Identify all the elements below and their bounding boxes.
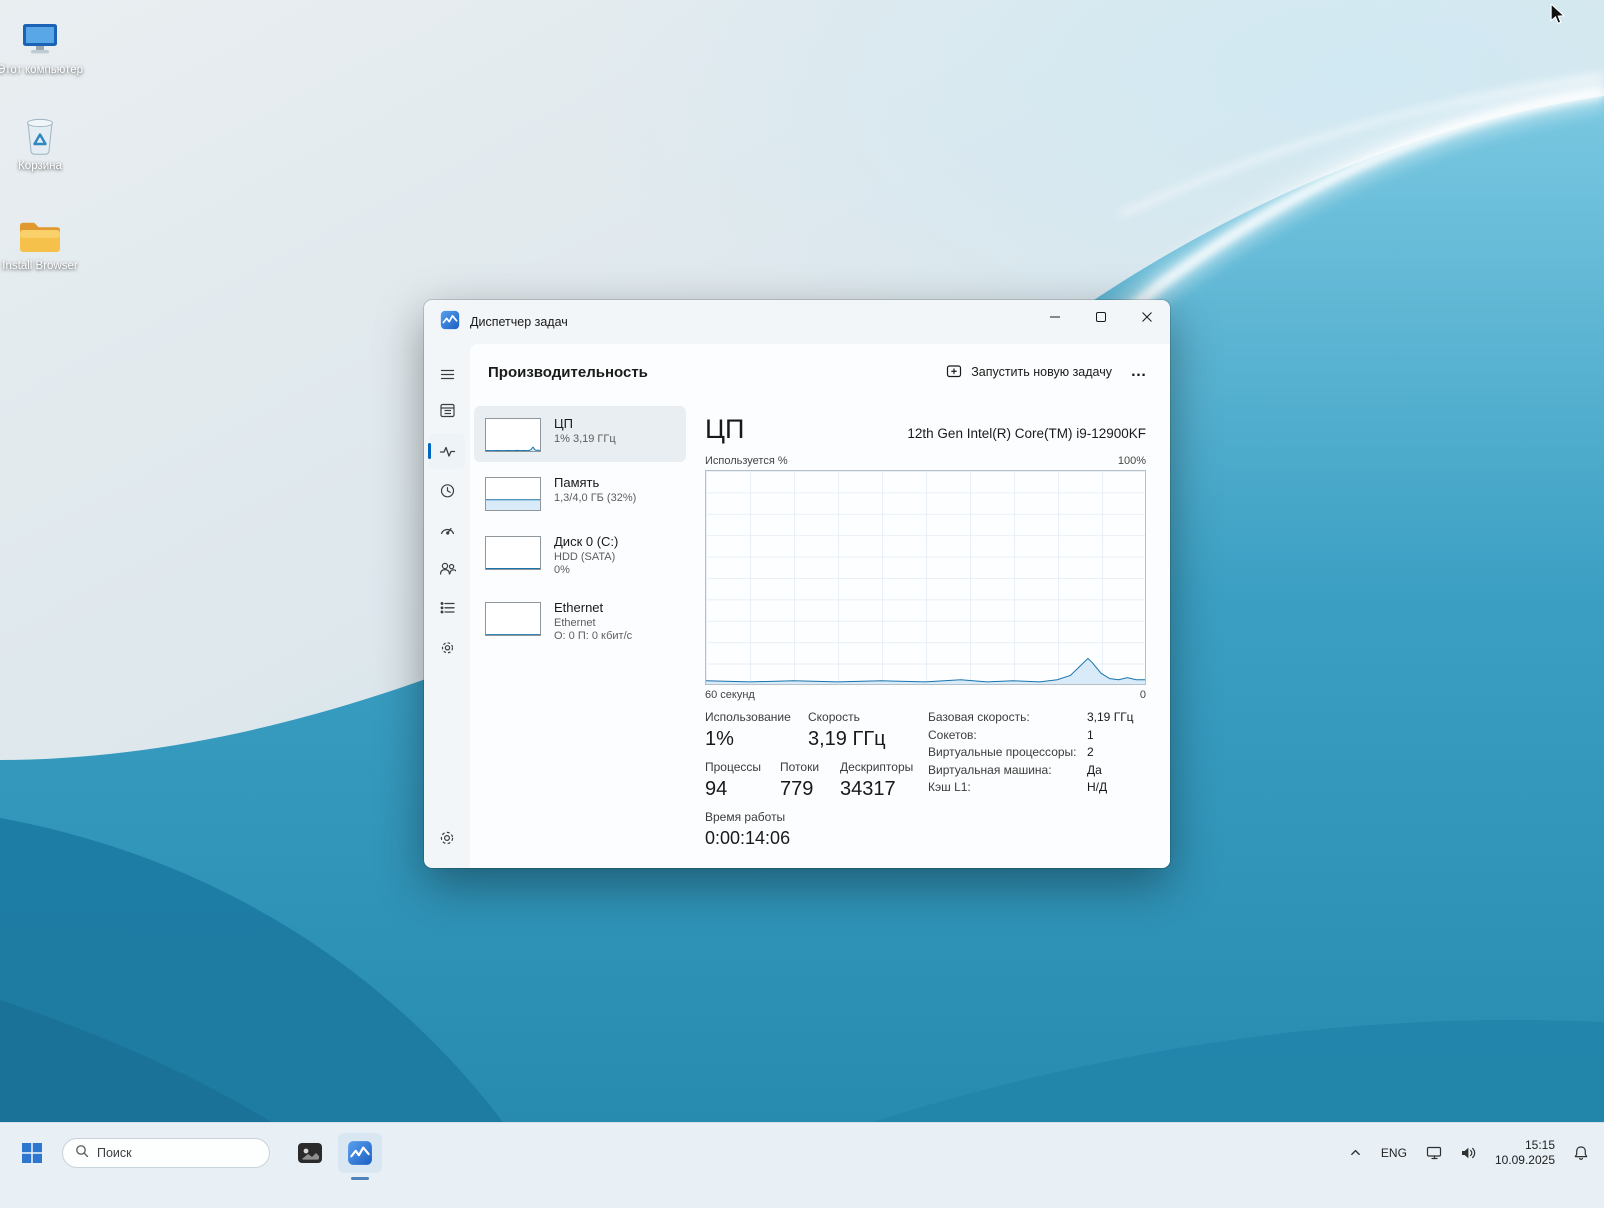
recycle-bin-icon: [0, 110, 84, 156]
desktop-screen: Этот компьютер Корзина Install Browser: [0, 0, 1604, 1208]
perf-item-cpu[interactable]: ЦП 1% 3,19 ГГц: [474, 406, 686, 462]
notifications-bell-icon[interactable]: [1568, 1135, 1594, 1171]
perf-item-memory[interactable]: Память 1,3/4,0 ГБ (32%): [474, 465, 686, 521]
graph-axis-usage-label: Используется %: [705, 455, 788, 467]
perf-item-title: Ethernet: [554, 600, 632, 615]
tray-date: 10.09.2025: [1495, 1153, 1555, 1168]
stat-virtual-processors: Виртуальные процессоры: 2: [928, 745, 1148, 763]
perf-item-sub2: 0%: [554, 564, 618, 577]
hamburger-menu-icon[interactable]: [429, 356, 465, 392]
nav-details-icon[interactable]: [429, 589, 465, 625]
cpu-model: 12th Gen Intel(R) Core(TM) i9-12900KF: [907, 426, 1146, 446]
graph-axis-zero-label: 0: [1140, 689, 1146, 701]
disk-mini-graph: [485, 536, 541, 570]
stat-uptime: Время работы 0:00:14:06: [705, 810, 790, 849]
page-title: Производительность: [488, 364, 648, 381]
graph-axis-time-label: 60 секунд: [705, 689, 755, 701]
tray-monitor-icon[interactable]: [1421, 1135, 1448, 1171]
cpu-heading: ЦП: [705, 412, 744, 446]
desktop-icon-label: Корзина: [0, 160, 84, 173]
nav-performance-icon[interactable]: [429, 433, 465, 469]
content-card: Производительность Запустить новую задач…: [470, 344, 1170, 868]
stat-virtual-machine: Виртуальная машина: Да: [928, 763, 1148, 781]
perf-item-disk[interactable]: Диск 0 (C:) HDD (SATA) 0%: [474, 524, 686, 587]
desktop-icon-label: Этот компьютер: [0, 64, 84, 77]
nav-rail: [424, 344, 470, 868]
ethernet-mini-graph: [485, 602, 541, 636]
stat-processes: Процессы 94: [705, 760, 761, 801]
taskbar-clock[interactable]: 15:15 10.09.2025: [1489, 1138, 1561, 1168]
perf-item-title: ЦП: [554, 416, 616, 431]
nav-processes-icon[interactable]: [429, 392, 465, 428]
toolbar: Производительность Запустить новую задач…: [470, 344, 1170, 400]
nav-users-icon[interactable]: [429, 550, 465, 586]
settings-gear-icon[interactable]: [429, 820, 465, 856]
pinned-app-icon[interactable]: [288, 1133, 332, 1173]
desktop-icon-label: Install Browser: [0, 260, 84, 273]
memory-mini-graph: [485, 477, 541, 511]
cpu-usage-graph[interactable]: [705, 470, 1146, 685]
desktop-icon-this-pc[interactable]: Этот компьютер: [0, 14, 84, 77]
folder-icon: [0, 210, 84, 256]
stat-usage: Использование 1%: [705, 710, 791, 751]
search-icon: [75, 1144, 89, 1161]
performance-list: ЦП 1% 3,19 ГГц Память 1,3/4,0 ГБ (32%): [474, 406, 686, 656]
stat-threads: Потоки 779: [780, 760, 819, 801]
tray-overflow-chevron-icon[interactable]: [1344, 1135, 1367, 1171]
stat-speed: Скорость 3,19 ГГц: [808, 710, 886, 751]
close-button[interactable]: [1124, 300, 1170, 334]
run-new-task-label: Запустить новую задачу: [971, 365, 1112, 379]
tray-time: 15:15: [1495, 1138, 1555, 1153]
selected-indicator: [428, 443, 431, 459]
run-new-task-button[interactable]: Запустить новую задачу: [936, 356, 1122, 389]
run-new-task-icon: [946, 363, 962, 382]
cpu-mini-graph: [485, 418, 541, 452]
perf-item-sub: Ethernet: [554, 617, 632, 630]
perf-item-title: Диск 0 (C:): [554, 534, 618, 549]
desktop-icon-install-browser[interactable]: Install Browser: [0, 210, 84, 273]
more-options-button[interactable]: …: [1122, 358, 1156, 386]
active-app-indicator: [351, 1177, 369, 1180]
taskbar: Поиск: [0, 1122, 1604, 1208]
taskbar-task-manager-icon[interactable]: [338, 1133, 382, 1173]
stat-handles: Дескрипторы 34317: [840, 760, 913, 801]
search-input[interactable]: Поиск: [62, 1138, 270, 1168]
perf-item-sub: 1,3/4,0 ГБ (32%): [554, 492, 636, 505]
nav-startup-apps-icon[interactable]: [429, 511, 465, 547]
search-placeholder: Поиск: [97, 1146, 132, 1160]
stat-l1-cache: Кэш L1: Н/Д: [928, 780, 1148, 798]
graph-axis-max-label: 100%: [1118, 455, 1146, 467]
window-title: Диспетчер задач: [470, 315, 568, 329]
stat-sockets: Сокетов: 1: [928, 728, 1148, 746]
tray-volume-icon[interactable]: [1455, 1135, 1482, 1171]
perf-item-sub: HDD (SATA): [554, 551, 618, 564]
start-button[interactable]: [12, 1133, 52, 1173]
perf-item-sub2: О: 0 П: 0 кбит/с: [554, 630, 632, 643]
task-manager-window: Диспетчер задач: [424, 300, 1170, 868]
perf-item-title: Память: [554, 475, 636, 490]
tray-language-indicator[interactable]: ENG: [1374, 1135, 1414, 1171]
cpu-right-stats: Базовая скорость: 3,19 ГГц Сокетов: 1 Ви…: [928, 710, 1148, 798]
maximize-button[interactable]: [1078, 300, 1124, 334]
stat-base-speed: Базовая скорость: 3,19 ГГц: [928, 710, 1148, 728]
this-pc-icon: [0, 14, 84, 60]
task-manager-app-icon: [440, 310, 460, 335]
desktop-icon-recycle-bin[interactable]: Корзина: [0, 110, 84, 173]
cpu-details-pane: ЦП 12th Gen Intel(R) Core(TM) i9-12900KF…: [705, 406, 1148, 868]
nav-app-history-icon[interactable]: [429, 472, 465, 508]
perf-item-sub: 1% 3,19 ГГц: [554, 433, 616, 446]
minimize-button[interactable]: [1032, 300, 1078, 334]
nav-services-icon[interactable]: [429, 629, 465, 665]
perf-item-ethernet[interactable]: Ethernet Ethernet О: 0 П: 0 кбит/с: [474, 590, 686, 653]
